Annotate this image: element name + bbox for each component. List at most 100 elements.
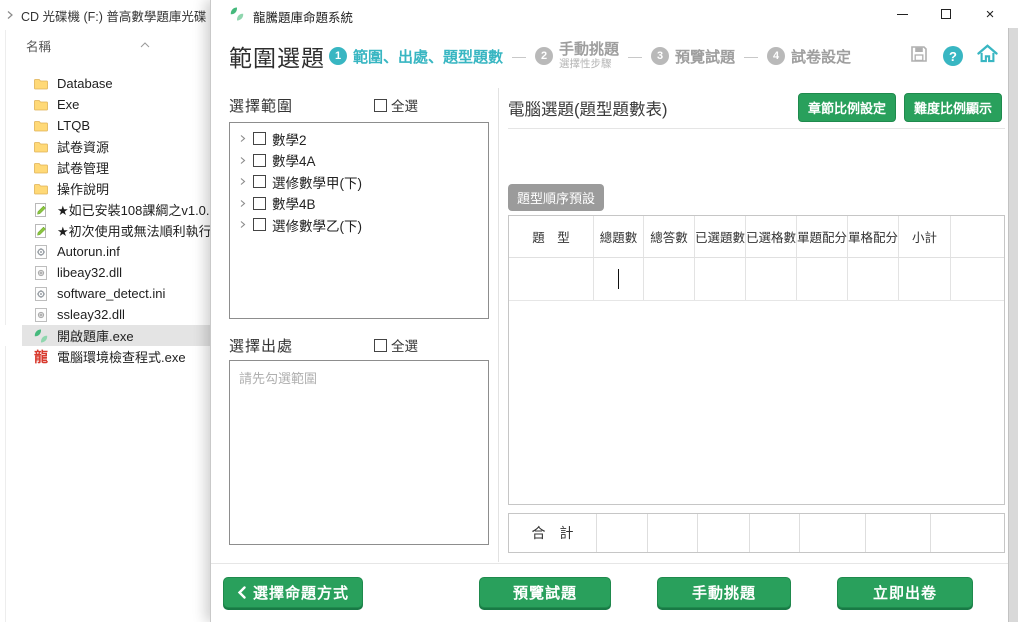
text-note-icon (33, 223, 49, 239)
text-note-icon (33, 202, 49, 218)
file-name: LTQB (57, 118, 90, 133)
window-titlebar: 龍騰題庫命題系統 × (211, 0, 1018, 28)
tree-item-elective-a[interactable]: 選修數學甲(下) (230, 171, 488, 193)
preview-button-label: 預覽試題 (513, 582, 577, 603)
tree-item-checkbox[interactable] (253, 197, 266, 210)
window-controls: × (880, 0, 1012, 28)
range-section-label: 選擇範圍 (229, 95, 293, 116)
file-name: 電腦環境檢查程式.exe (57, 347, 186, 366)
table-header-row: 題 型 總題數 總答數 已選題數 已選格數 單題配分 單格配分 小計 (509, 216, 1004, 258)
column-header-name[interactable]: 名稱 (26, 36, 150, 54)
tree-item-checkbox[interactable] (253, 154, 266, 167)
file-row[interactable]: software_detect.ini (0, 283, 210, 304)
help-icon[interactable]: ? (943, 46, 963, 66)
cell-total-answers[interactable] (644, 258, 695, 300)
header-question-type: 題 型 (509, 216, 594, 257)
file-name: 試卷管理 (57, 158, 109, 177)
close-button[interactable]: × (968, 0, 1012, 28)
minimize-button[interactable] (880, 0, 924, 28)
total-value-cell (931, 514, 1004, 552)
step-1-range[interactable]: 1 範圍、出處、題型題數 (329, 46, 503, 67)
total-value-cell (750, 514, 800, 552)
chevron-right-icon[interactable] (238, 220, 247, 229)
folder-row[interactable]: 試卷管理 (0, 157, 210, 178)
cell-subtotal[interactable] (899, 258, 951, 300)
app-logo-icon (229, 6, 245, 27)
folder-row[interactable]: LTQB (0, 115, 210, 136)
header-selected-questions: 已選題數 (695, 216, 746, 257)
folder-row[interactable]: Database (0, 73, 210, 94)
tree-item-checkbox[interactable] (253, 132, 266, 145)
select-all-checkbox[interactable] (374, 339, 387, 352)
home-icon[interactable] (977, 44, 998, 68)
range-select-all[interactable]: 全選 (374, 95, 418, 115)
range-section-header: 選擇範圍 全選 (229, 94, 491, 116)
source-section-header: 選擇出處 全選 (229, 334, 491, 356)
step-2-manual-pick[interactable]: 2 手動挑題 選擇性步驟 (535, 41, 619, 71)
tree-item-checkbox[interactable] (253, 175, 266, 188)
tree-item-checkbox[interactable] (253, 218, 266, 231)
tree-item-math2[interactable]: 數學2 (230, 128, 488, 150)
cell-question-type[interactable] (509, 258, 594, 300)
file-row[interactable]: libeay32.dll (0, 262, 210, 283)
tree-item-math4b[interactable]: 數學4B (230, 193, 488, 215)
step-4-paper-settings[interactable]: 4 試卷設定 (767, 46, 851, 67)
dll-file-icon (33, 265, 49, 281)
source-section-label: 選擇出處 (229, 335, 293, 356)
tree-item-math4a[interactable]: 數學4A (230, 150, 488, 172)
section-divider (508, 128, 1005, 129)
file-name: ★如已安裝108課綱之v1.0.1版題 (57, 200, 210, 219)
tree-item-elective-b[interactable]: 選修數學乙(下) (230, 214, 488, 236)
folder-icon (33, 160, 49, 176)
file-row[interactable]: ssleay32.dll (0, 304, 210, 325)
file-row[interactable]: 龍 電腦環境檢查程式.exe (0, 346, 210, 367)
step-connector: — (744, 48, 758, 64)
file-row[interactable]: Autorun.inf (0, 241, 210, 262)
chevron-right-icon[interactable] (238, 177, 247, 186)
folder-row[interactable]: 試卷資源 (0, 136, 210, 157)
manual-pick-button[interactable]: 手動挑題 (657, 577, 791, 608)
preview-questions-button[interactable]: 預覽試題 (479, 577, 611, 608)
save-icon[interactable] (909, 44, 929, 69)
maximize-button[interactable] (924, 0, 968, 28)
step-3-preview[interactable]: 3 預覽試題 (651, 46, 735, 67)
step-connector: — (628, 48, 642, 64)
folder-icon (33, 139, 49, 155)
cell-total-questions-focused[interactable] (594, 258, 644, 300)
total-value-cell (800, 514, 866, 552)
total-label-cell: 合 計 (509, 514, 597, 552)
maximize-icon (941, 9, 951, 19)
question-type-order-button[interactable]: 題型順序預設 (508, 184, 604, 211)
chevron-right-icon[interactable] (238, 134, 247, 143)
choose-method-back-button[interactable]: 選擇命題方式 (223, 577, 363, 608)
file-list: Database Exe LTQB 試卷資源 試卷管理 操作說明 ★如已安裝10… (0, 73, 210, 367)
chapter-ratio-button[interactable]: 章節比例設定 (798, 93, 896, 122)
vertical-scrollbar[interactable] (1008, 28, 1018, 622)
source-select-all[interactable]: 全選 (374, 335, 418, 355)
select-all-label: 全選 (391, 335, 418, 355)
file-row[interactable]: ★初次使用或無法順利執行，請 (0, 220, 210, 241)
cell-points-per-blank[interactable] (848, 258, 899, 300)
cell-selected-blanks[interactable] (746, 258, 797, 300)
file-name: Database (57, 76, 113, 91)
folder-row[interactable]: 操作說明 (0, 178, 210, 199)
cell-points-per-question[interactable] (797, 258, 848, 300)
file-row[interactable]: ★如已安裝108課綱之v1.0.1版題 (0, 199, 210, 220)
difficulty-ratio-button[interactable]: 難度比例顯示 (904, 93, 1002, 122)
chevron-right-icon[interactable] (238, 156, 247, 165)
close-icon: × (986, 7, 995, 22)
select-all-checkbox[interactable] (374, 99, 387, 112)
header-total-answers: 總答數 (644, 216, 695, 257)
tree-item-label: 數學4A (272, 150, 316, 170)
file-row-selected[interactable]: 開啟題庫.exe (0, 325, 210, 346)
cell-selected-questions[interactable] (695, 258, 746, 300)
explorer-root-item[interactable]: CD 光碟機 (F:) 普高數學題庫光碟 (6, 5, 206, 25)
question-type-table: 題 型 總題數 總答數 已選題數 已選格數 單題配分 單格配分 小計 (508, 215, 1005, 505)
tree-item-label: 選修數學甲(下) (272, 172, 362, 192)
file-name: 操作說明 (57, 179, 109, 198)
select-all-label: 全選 (391, 95, 418, 115)
source-list-box[interactable]: 請先勾選範圍 (229, 360, 489, 545)
folder-row[interactable]: Exe (0, 94, 210, 115)
generate-paper-button[interactable]: 立即出卷 (837, 577, 973, 608)
chevron-right-icon[interactable] (238, 199, 247, 208)
